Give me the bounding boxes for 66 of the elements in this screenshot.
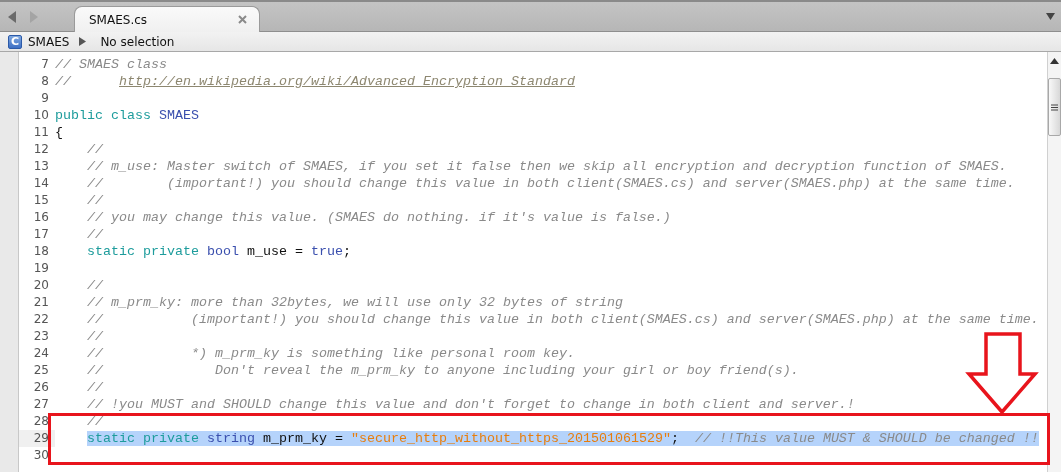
code-token: // !you MUST and SHOULD change this value and don't forget to change in both client and server.! <box>87 397 855 412</box>
line-number: 8 <box>40 73 50 90</box>
line-number: 19 <box>32 260 50 277</box>
breadcrumb-item[interactable]: SMAES <box>28 34 70 49</box>
code-token: // m_use: Master switch of SMAES, if you set it false then we skip all encryption and decryption function of SMAES. <box>87 159 1007 174</box>
url-link[interactable]: http://en.wikipedia.org/wiki/Advanced_Encryption_Standard <box>119 74 575 89</box>
line-number: 14 <box>32 175 50 192</box>
line-number: 11 <box>32 124 50 141</box>
line-number: 30 <box>32 447 50 464</box>
line-number: 12 <box>32 141 50 158</box>
code-token: ; <box>670 431 680 446</box>
dropdown-icon[interactable] <box>1046 13 1055 20</box>
line-number: 28 <box>32 413 50 430</box>
line-number: 29 <box>19 430 55 447</box>
code-token: static private <box>87 244 200 259</box>
line-number: 17 <box>32 226 50 243</box>
scrollbar-thumb[interactable] <box>1048 78 1061 136</box>
code-token: public class <box>55 108 152 123</box>
line-number: 26 <box>32 379 50 396</box>
code-token: // (important!) you should change this value in both client(SMAES.cs) and server(SMAES.php) at the same time. <box>87 312 1039 327</box>
code-token: m_prm_ky = <box>261 431 344 446</box>
code-token: // (important!) you should change this value in both client(SMAES.cs) and server(SMAES.php) at the same time. <box>87 176 1015 191</box>
code-token: // <box>55 74 72 89</box>
code-token: static private <box>87 431 200 446</box>
class-icon: C <box>8 34 22 49</box>
breadcrumb-item[interactable]: No selection <box>100 34 175 49</box>
line-number: 13 <box>32 158 50 175</box>
code-token: // SMAES class <box>55 57 167 72</box>
line-number: 10 <box>32 107 50 124</box>
code-token: // <box>87 278 103 293</box>
code-token: // <box>87 329 103 344</box>
line-number: 23 <box>32 328 50 345</box>
code-token: string <box>207 431 255 446</box>
line-number: 16 <box>32 209 50 226</box>
code-token: SMAES <box>159 108 199 123</box>
code-token: "secure_http_without_https_201501061529" <box>350 431 671 446</box>
line-number: 7 <box>40 56 50 73</box>
line-number: 27 <box>32 396 50 413</box>
code-token: // m_prm_ky: more than 32bytes, we will use only 32 bytes of string <box>87 295 623 310</box>
code-token: // !!This value MUST & SHOULD be changed !! <box>694 431 1039 446</box>
code-token: true <box>310 244 343 259</box>
code-token: // *) m_prm_ky is something like personal room key. <box>87 346 575 361</box>
line-number: 21 <box>32 294 50 311</box>
code-token: { <box>55 125 63 140</box>
code-token: // <box>87 227 103 242</box>
line-number: 18 <box>32 243 50 260</box>
code-token: // <box>87 142 103 157</box>
code-token: ; <box>342 244 351 259</box>
code-token: // <box>87 380 103 395</box>
code-token: // <box>87 414 103 429</box>
line-number: 15 <box>32 192 50 209</box>
line-number: 9 <box>40 90 50 107</box>
code-token: // you may change this value. (SMAES do nothing. if it's value is false.) <box>87 210 671 225</box>
code-token: // Don't reveal the m_prm_ky to anyone including your girl or boy friend(s). <box>87 363 799 378</box>
code-token: // <box>87 193 103 208</box>
scroll-up-icon[interactable] <box>1050 58 1059 64</box>
code-token: bool <box>207 244 239 259</box>
line-number: 20 <box>32 277 50 294</box>
chevron-icon <box>79 37 87 46</box>
close-icon[interactable] <box>238 15 247 24</box>
line-number: 25 <box>32 362 50 379</box>
file-tab[interactable]: SMAES.cs <box>74 6 260 32</box>
back-icon[interactable] <box>8 10 16 23</box>
line-number: 24 <box>32 345 50 362</box>
code-token: m_use = <box>245 244 304 259</box>
line-number: 22 <box>32 311 50 328</box>
